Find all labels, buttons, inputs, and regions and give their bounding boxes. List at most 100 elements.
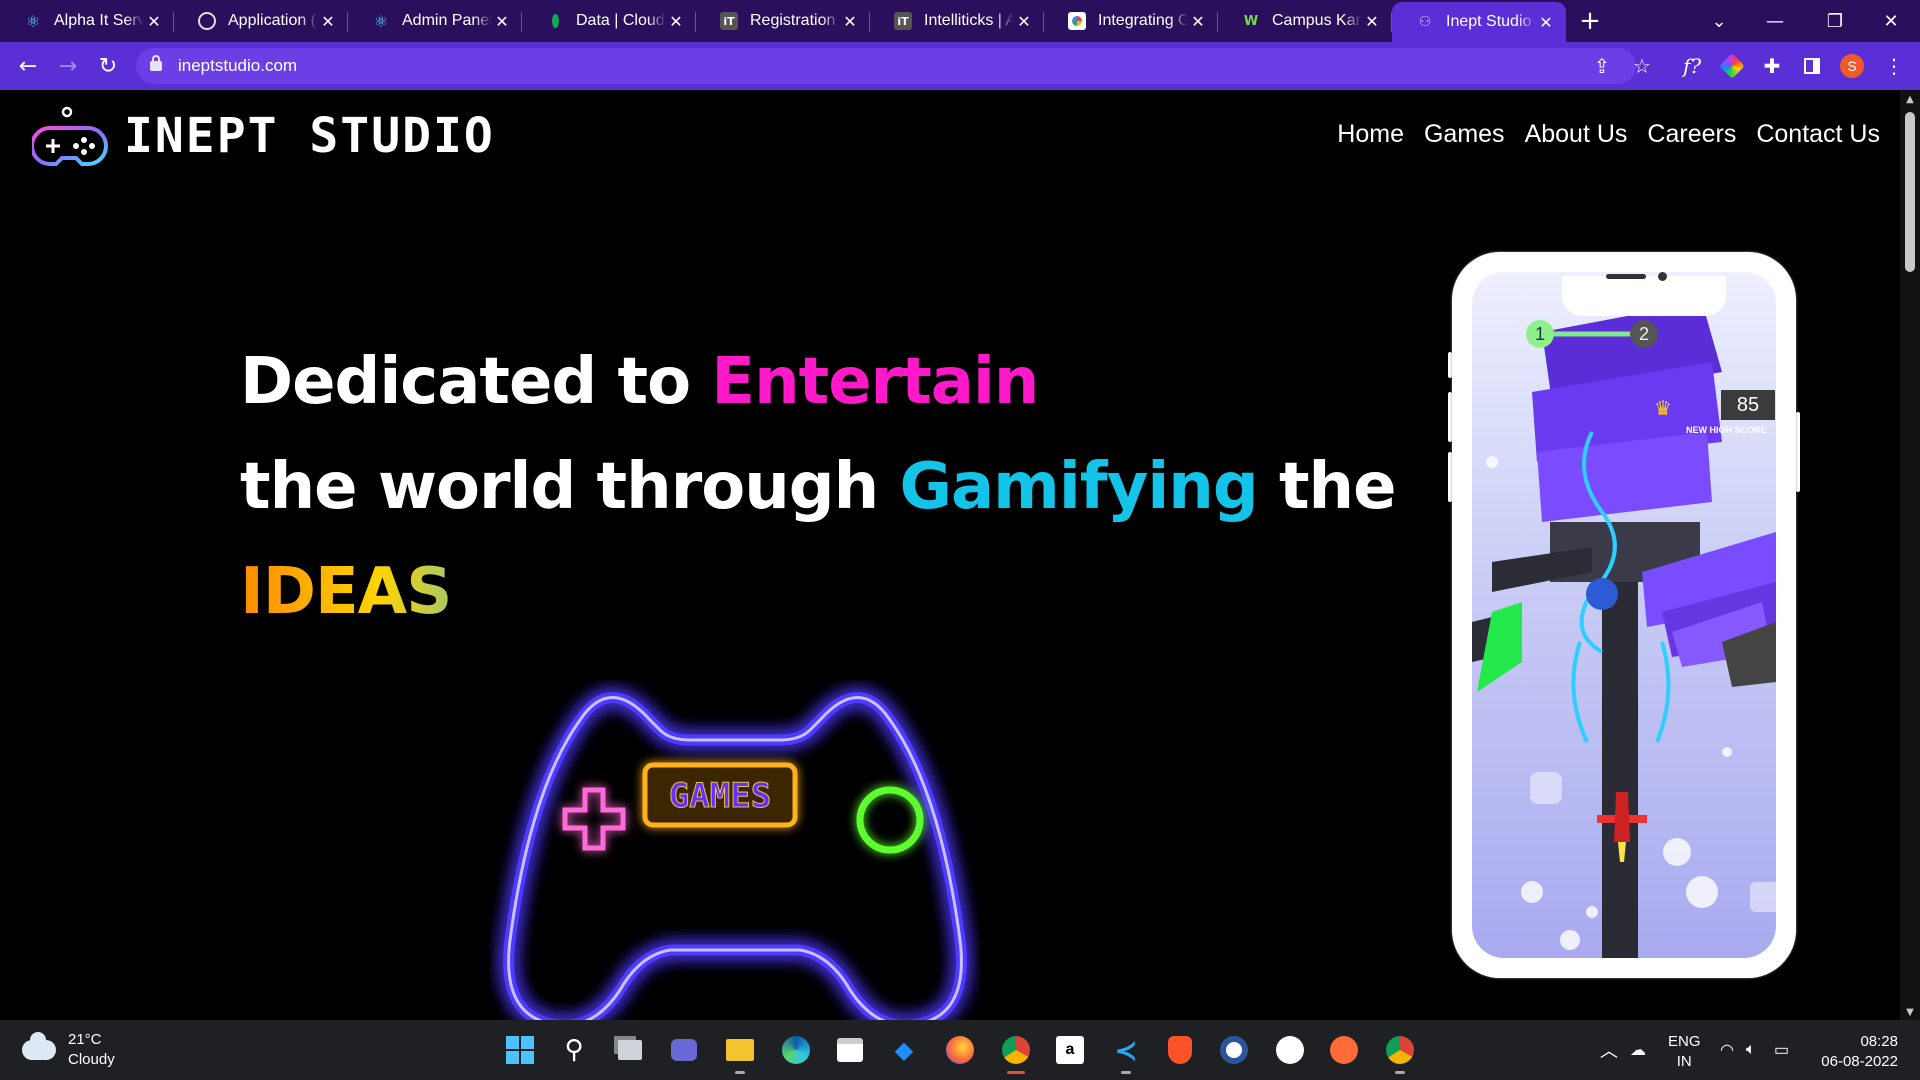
tab-title: Campus Kart — [1272, 12, 1362, 29]
weather-widget[interactable]: 21°C Cloudy — [22, 1030, 115, 1070]
chrome-profile-icon[interactable] — [1382, 1032, 1418, 1074]
battery-icon[interactable]: ▭ — [1774, 1020, 1789, 1080]
mongodb-leaf-icon — [546, 12, 564, 30]
close-tab-icon[interactable]: ✕ — [318, 12, 338, 31]
hero-line-1: Dedicated to Entertain — [240, 330, 1396, 435]
tab-title: Registration – — [750, 12, 840, 29]
firefox-icon[interactable] — [942, 1032, 978, 1068]
tab-title: Admin Panel — [402, 12, 492, 29]
close-tab-icon[interactable]: ✕ — [1536, 13, 1556, 32]
browser-toolbar: ← → ↻ ineptstudio.com ⇪ ☆ f? ✚ S ⋮ — [0, 42, 1920, 90]
phone-mockup: 1 2 ♛ 85 NEW HIGH SCORE — [1448, 252, 1800, 978]
dropbox-icon[interactable]: ◆ — [886, 1032, 922, 1068]
nav-careers[interactable]: Careers — [1647, 120, 1736, 149]
gamepad-logo-icon — [32, 106, 108, 166]
game-screenshot: 1 2 ♛ 85 NEW HIGH SCORE — [1472, 272, 1776, 958]
close-tab-icon[interactable]: ✕ — [1362, 12, 1382, 31]
close-tab-icon[interactable]: ✕ — [1188, 12, 1208, 31]
windows-taskbar: 21°C Cloudy ⚲ ◆ a ≺ ︿ ☁ ENG IN ◠ 🔈︎ ▭ 08… — [0, 1020, 1920, 1080]
clock-time: 08:28 — [1860, 1033, 1898, 1050]
lock-icon[interactable] — [150, 55, 162, 71]
tab-strip: ⚛ Alpha It Servic ✕ Application (7 ✕ ⚛ A… — [0, 0, 1920, 42]
tab-alpha-it[interactable]: ⚛ Alpha It Servic ✕ — [0, 0, 174, 42]
reload-icon[interactable]: ↻ — [88, 54, 128, 79]
tab-title: Alpha It Servic — [54, 12, 144, 29]
address-bar[interactable]: ineptstudio.com — [136, 48, 1636, 84]
chrome-icon[interactable] — [998, 1032, 1034, 1074]
forward-icon[interactable]: → — [48, 54, 88, 79]
teams-chat-icon[interactable] — [666, 1032, 702, 1068]
close-window-icon[interactable]: ✕ — [1862, 0, 1920, 42]
onedrive-icon[interactable]: ☁ — [1630, 1020, 1646, 1080]
tab-campus-kart[interactable]: W Campus Kart ✕ — [1218, 0, 1392, 42]
tab-intelliticks[interactable]: iT Intelliticks | Ac ✕ — [870, 0, 1044, 42]
profile-avatar[interactable]: S — [1832, 42, 1872, 90]
vscode-icon[interactable]: ≺ — [1108, 1032, 1144, 1074]
nav-contact-us[interactable]: Contact Us — [1756, 120, 1880, 149]
globe-icon — [198, 12, 216, 30]
url-text[interactable]: ineptstudio.com — [178, 56, 297, 76]
postman-icon[interactable] — [1326, 1032, 1362, 1068]
games-label: GAMES — [669, 776, 771, 816]
amazon-icon[interactable]: a — [1052, 1032, 1088, 1068]
scroll-up-icon[interactable]: ▲ — [1900, 94, 1920, 105]
formula-extension-icon[interactable]: f? — [1672, 42, 1712, 90]
tab-inept-studio[interactable]: ⚇ Inept Studio ✕ — [1392, 2, 1566, 42]
language-indicator[interactable]: ENG IN — [1668, 1032, 1701, 1072]
color-extension-icon[interactable] — [1712, 42, 1752, 90]
region-code: IN — [1676, 1053, 1692, 1070]
restore-icon[interactable]: ❐ — [1806, 0, 1864, 42]
nav-home[interactable]: Home — [1337, 120, 1404, 149]
file-explorer-icon[interactable] — [722, 1032, 758, 1074]
tab-title: Data | Cloud: M — [576, 12, 666, 29]
site-logo[interactable]: INEPT STUDIO — [32, 104, 495, 168]
tab-admin-panel[interactable]: ⚛ Admin Panel ✕ — [348, 0, 522, 42]
close-tab-icon[interactable]: ✕ — [144, 12, 164, 31]
react-icon: ⚛ — [373, 11, 389, 31]
hero-text: the world through — [240, 450, 900, 524]
back-icon[interactable]: ← — [8, 54, 48, 79]
tab-registration[interactable]: iT Registration – ✕ — [696, 0, 870, 42]
controller-outline — [503, 692, 967, 1020]
it-logo-icon: iT — [894, 12, 912, 30]
search-icon[interactable]: ⚲ — [556, 1032, 592, 1068]
cloud-icon — [22, 1032, 56, 1060]
wifi-icon[interactable]: ◠ — [1720, 1020, 1734, 1080]
tab-application[interactable]: Application (7 ✕ — [174, 0, 348, 42]
edge-icon[interactable] — [778, 1032, 814, 1068]
close-tab-icon[interactable]: ✕ — [666, 12, 686, 31]
mongodb-compass-icon[interactable] — [1272, 1032, 1308, 1068]
action-button-icon — [856, 786, 924, 854]
scroll-down-icon[interactable]: ▼ — [1900, 1007, 1920, 1018]
new-tab-button[interactable]: + — [1566, 6, 1614, 36]
tab-search-chevron-icon[interactable]: ⌄ — [1690, 0, 1748, 42]
menu-kebab-icon[interactable]: ⋮ — [1874, 42, 1914, 90]
brave-icon[interactable] — [1162, 1032, 1198, 1068]
dpad-icon — [562, 787, 626, 851]
bookmark-star-icon[interactable]: ☆ — [1622, 42, 1662, 90]
level-next-badge: 2 — [1630, 320, 1658, 348]
hero-ideas: IDEAS — [240, 540, 1396, 645]
system-clock[interactable]: 08:28 06-08-2022 — [1821, 1032, 1898, 1072]
scrollbar-thumb[interactable] — [1905, 112, 1915, 272]
score-display: 85 — [1721, 390, 1775, 420]
tab-integrating-google[interactable]: Integrating Go ✕ — [1044, 0, 1218, 42]
tab-title: Inept Studio — [1446, 13, 1532, 30]
volume-icon[interactable]: 🔈︎ — [1746, 1020, 1756, 1080]
start-button[interactable] — [502, 1032, 538, 1068]
page-scrollbar[interactable]: ▲ ▼ — [1900, 90, 1920, 1020]
ms-word-icon[interactable] — [1216, 1032, 1252, 1068]
side-panel-icon[interactable] — [1792, 42, 1832, 90]
nav-about-us[interactable]: About Us — [1525, 120, 1628, 149]
share-icon[interactable]: ⇪ — [1582, 42, 1622, 90]
task-view-icon[interactable] — [612, 1032, 648, 1068]
minimize-icon[interactable]: — — [1746, 0, 1804, 42]
extensions-puzzle-icon[interactable]: ✚ — [1752, 42, 1792, 90]
close-tab-icon[interactable]: ✕ — [1014, 12, 1034, 31]
nav-games[interactable]: Games — [1424, 120, 1505, 149]
tab-mongodb[interactable]: Data | Cloud: M ✕ — [522, 0, 696, 42]
show-hidden-icons-chevron[interactable]: ︿ — [1600, 1020, 1618, 1080]
close-tab-icon[interactable]: ✕ — [840, 12, 860, 31]
close-tab-icon[interactable]: ✕ — [492, 12, 512, 31]
microsoft-store-icon[interactable] — [832, 1032, 868, 1068]
